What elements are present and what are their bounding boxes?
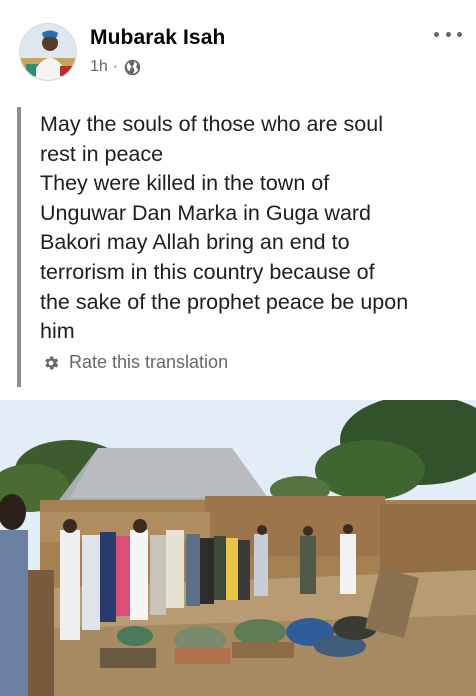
gear-icon: [42, 354, 60, 372]
more-options-icon: [434, 31, 439, 37]
translation-block: May the souls of those who are soul rest…: [17, 107, 457, 387]
post-meta: 1h ·: [90, 58, 141, 76]
meta-separator: ·: [112, 58, 119, 75]
post-header: Mubarak Isah 1h ·: [0, 0, 476, 90]
photo-scene: [0, 400, 476, 696]
post-photo[interactable]: [0, 400, 476, 696]
globe-icon[interactable]: [124, 59, 141, 76]
avatar[interactable]: [19, 23, 77, 81]
rate-translation-button[interactable]: Rate this translation: [42, 352, 228, 373]
post-time[interactable]: 1h: [90, 58, 108, 76]
rate-translation-label: Rate this translation: [69, 352, 229, 372]
author-name[interactable]: Mubarak Isah: [90, 26, 225, 50]
more-options-button[interactable]: [430, 22, 466, 46]
translated-post-text: May the souls of those who are soul rest…: [40, 112, 409, 344]
